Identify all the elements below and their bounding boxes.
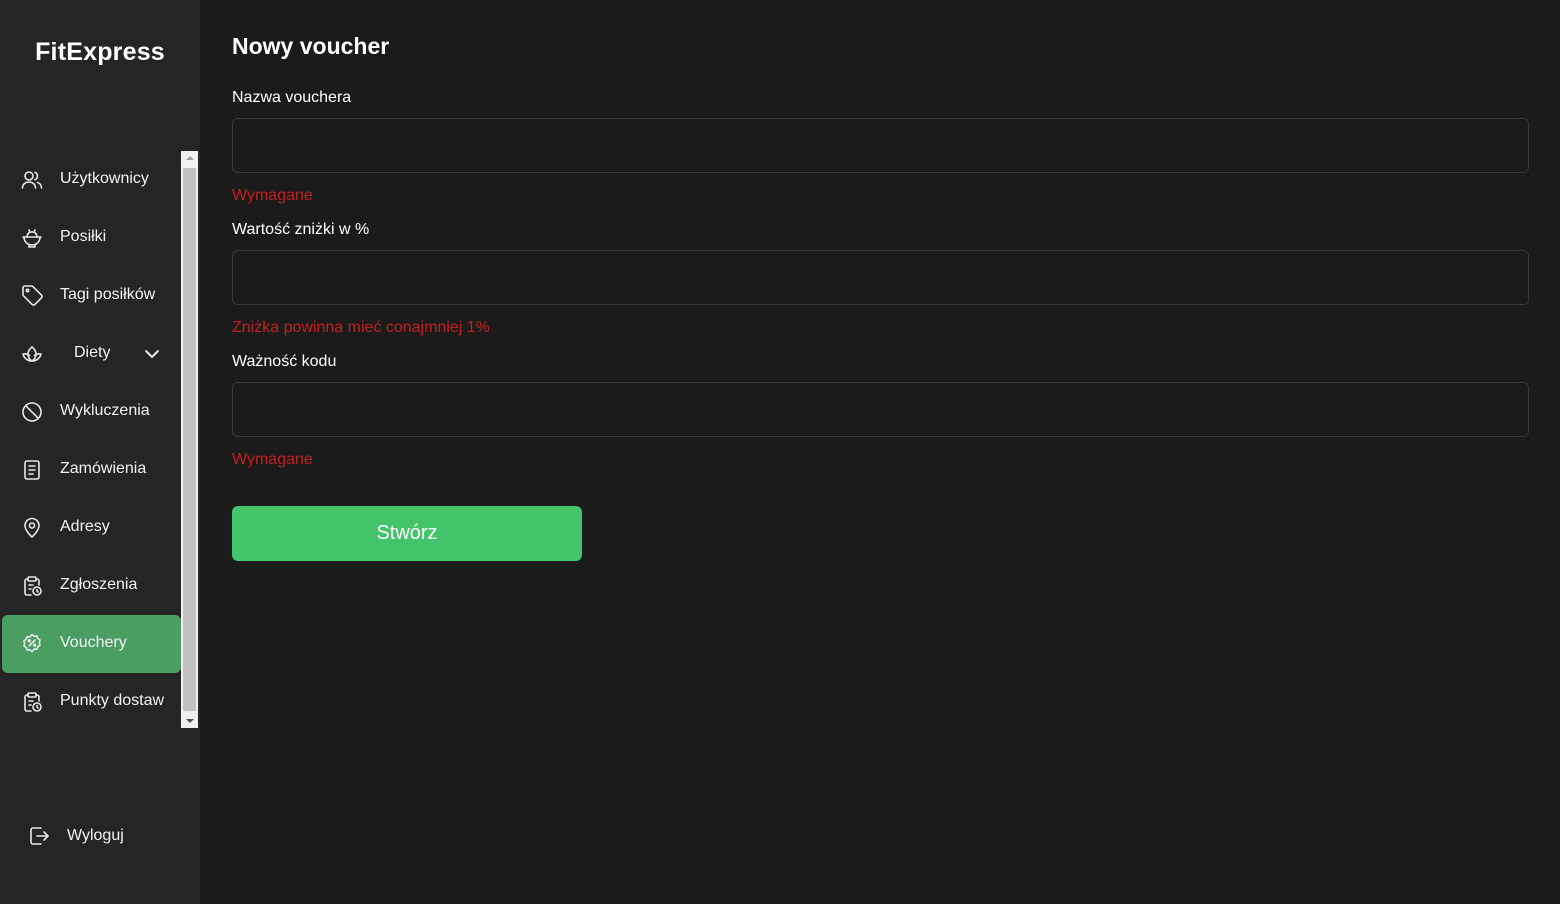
sidebar-item-label: Adresy [60,518,110,535]
sidebar-item-label: Zgłoszenia [60,576,138,593]
ban-icon [20,400,44,424]
discount-value-input[interactable] [232,250,1529,305]
discount-badge-icon [20,632,44,656]
sidebar-item-diets[interactable]: Diety [2,325,181,383]
location-pin-icon [20,516,44,540]
sidebar-item-meals[interactable]: Posiłki [2,209,181,267]
sidebar-item-label: Zamówienia [60,460,147,477]
clipboard-clock-icon [20,574,44,598]
create-button[interactable]: Stwórz [232,506,582,561]
tag-icon [20,284,44,308]
sidebar-nav: Użytkownicy Posiłki Tagi posiłków Diety [2,151,181,728]
sidebar-scrollbar[interactable] [181,151,198,728]
page-title: Nowy voucher [232,33,390,59]
code-validity-label: Ważność kodu [232,353,337,370]
code-validity-input[interactable] [232,382,1529,437]
sidebar-item-vouchers[interactable]: Vouchery [2,615,181,673]
sidebar-item-label: Vouchery [60,634,127,651]
sidebar-item-orders[interactable]: Zamówienia [2,441,181,499]
voucher-name-input[interactable] [232,118,1529,173]
clipboard-clock-icon [20,690,44,714]
sidebar-item-label: Diety [74,344,111,361]
discount-value-label: Wartość zniżki w % [232,221,370,238]
scroll-down-arrow-icon[interactable] [181,714,198,728]
voucher-name-label: Nazwa vouchera [232,89,352,106]
sidebar-item-label: Punkty dostaw [60,692,165,709]
users-icon [20,168,44,192]
sidebar-item-label: Tagi posiłków [60,286,156,303]
sidebar-item-label: Wykluczenia [60,402,150,419]
logout-button[interactable]: Wyloguj [0,812,200,860]
sidebar-item-users[interactable]: Użytkownicy [2,151,181,209]
sidebar-item-addresses[interactable]: Adresy [2,499,181,557]
chevron-down-icon[interactable] [142,344,162,364]
document-icon [20,458,44,482]
sidebar-item-meal-tags[interactable]: Tagi posiłków [2,267,181,325]
voucher-name-error: Wymagane [232,187,313,204]
discount-value-error: Zniżka powinna mieć conajmniej 1% [232,319,490,336]
sidebar: FitExpress Użytkownicy Posiłki Tagi posi… [0,0,200,904]
logout-label: Wyloguj [67,827,124,844]
sidebar-item-reports[interactable]: Zgłoszenia [2,557,181,615]
sidebar-item-delivery-points[interactable]: Punkty dostaw [2,673,181,728]
sidebar-item-label: Posiłki [60,228,107,245]
sidebar-item-label: Użytkownicy [60,170,149,187]
logout-icon [27,824,51,848]
food-bowl-icon [20,226,44,250]
brand-logo: FitExpress [35,38,165,66]
scrollbar-thumb[interactable] [183,168,196,711]
lotus-icon [20,342,44,366]
code-validity-error: Wymagane [232,451,313,468]
sidebar-item-exclusions[interactable]: Wykluczenia [2,383,181,441]
scroll-up-arrow-icon[interactable] [181,151,198,165]
app-root: FitExpress Użytkownicy Posiłki Tagi posi… [0,0,1560,904]
